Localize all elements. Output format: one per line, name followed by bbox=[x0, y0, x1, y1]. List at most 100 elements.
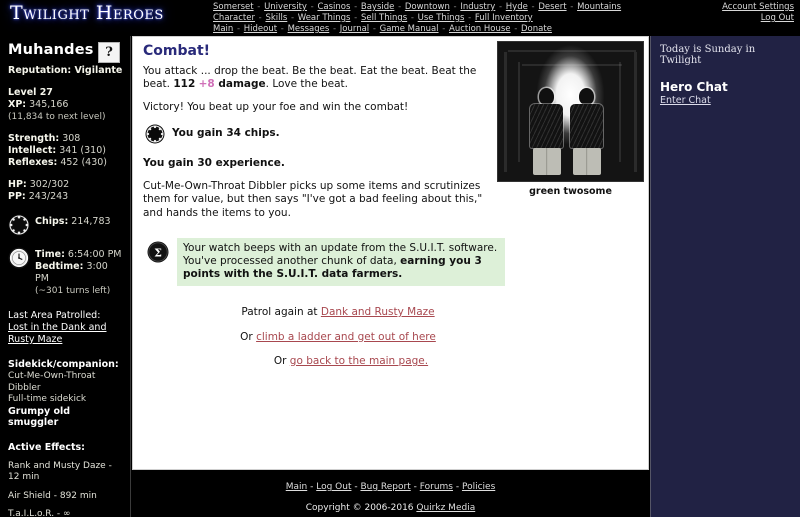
nav-link-industry[interactable]: Industry bbox=[460, 2, 495, 12]
nav-link-university[interactable]: University bbox=[264, 2, 307, 12]
account-settings-link[interactable]: Account Settings bbox=[722, 2, 794, 13]
nav-separator: - bbox=[278, 24, 287, 34]
intellect-row: Intellect: 341 (310) bbox=[8, 145, 123, 157]
footer-link-log-out[interactable]: Log Out bbox=[316, 482, 351, 492]
bedtime-line: Bedtime: 3:00 PM bbox=[35, 261, 123, 285]
ladder-prefix: Or bbox=[240, 330, 257, 343]
nav-link-auction-house[interactable]: Auction House bbox=[449, 24, 511, 34]
nav-link-desert[interactable]: Desert bbox=[538, 2, 566, 12]
enemy-image-panel: green twosome bbox=[497, 41, 644, 199]
last-area-label: Last Area Patrolled: bbox=[8, 310, 101, 321]
pp-row: PP: 243/243 bbox=[8, 191, 123, 203]
nav-separator: - bbox=[370, 24, 379, 34]
nav-link-downtown[interactable]: Downtown bbox=[405, 2, 450, 12]
patrol-prefix: Patrol again at bbox=[241, 306, 321, 318]
attack-text-2: . Love the beat. bbox=[265, 78, 349, 90]
chips-row: Chips: 214,783 bbox=[8, 213, 123, 236]
nav-link-skills[interactable]: Skills bbox=[265, 13, 287, 23]
time-value: 6:54:00 PM bbox=[67, 249, 122, 260]
nav-link-main[interactable]: Main bbox=[213, 24, 233, 34]
action-links: Patrol again at Dank and Rusty Maze Or c… bbox=[143, 306, 533, 369]
strength-label: Strength: bbox=[8, 133, 60, 144]
sidekick-title: Sidekick/companion: bbox=[8, 359, 119, 370]
nav-link-wear-things[interactable]: Wear Things bbox=[298, 13, 351, 23]
footer-separator: - bbox=[452, 482, 462, 492]
today-text: Today is Sunday in Twilight bbox=[660, 44, 756, 66]
reputation-label: Reputation: Vigilante bbox=[8, 65, 123, 76]
nav-link-donate[interactable]: Donate bbox=[521, 24, 552, 34]
pp-label: PP: bbox=[8, 191, 26, 202]
nav-link-game-manual[interactable]: Game Manual bbox=[380, 24, 439, 34]
time-text: Time: 6:54:00 PM Bedtime: 3:00 PM (~301 … bbox=[35, 246, 123, 297]
xp-to-next: (11,834 to next level) bbox=[8, 112, 106, 122]
attack-bonus: +8 bbox=[198, 78, 215, 90]
quirkz-media-link[interactable]: Quirkz Media bbox=[416, 503, 475, 513]
nav-link-hyde[interactable]: Hyde bbox=[506, 2, 528, 12]
footer-links: Main - Log Out - Bug Report - Forums - P… bbox=[132, 480, 649, 494]
nav-link-full-inventory[interactable]: Full Inventory bbox=[475, 13, 533, 23]
active-effect-item: Rank and Musty Daze - 12 min bbox=[8, 460, 112, 483]
nav-link-hideout[interactable]: Hideout bbox=[244, 24, 277, 34]
victory-text: Victory! You beat up your foe and win th… bbox=[143, 100, 409, 113]
xp-row: XP: 345,166 bbox=[8, 99, 123, 111]
nav-row-site: Main - Hideout - Messages - Journal - Ga… bbox=[213, 24, 683, 35]
patrol-again-line: Patrol again at Dank and Rusty Maze bbox=[143, 306, 533, 320]
nav-separator: - bbox=[351, 13, 360, 23]
turns-left: (~301 turns left) bbox=[35, 286, 111, 296]
footer-separator: - bbox=[307, 482, 317, 492]
hp-value: 302/302 bbox=[29, 179, 70, 190]
figure-right bbox=[570, 88, 603, 175]
vitals-block: HP: 302/302 PP: 243/243 bbox=[8, 179, 123, 203]
active-effect-item: Air Shield - 892 min bbox=[8, 490, 97, 501]
main-page-link[interactable]: go back to the main page. bbox=[290, 355, 428, 367]
nav-separator: - bbox=[496, 2, 505, 12]
active-effects-list: Rank and Musty Daze - 12 min Air Shield -… bbox=[8, 461, 123, 517]
time-line: Time: 6:54:00 PM bbox=[35, 249, 123, 261]
footer-link-policies[interactable]: Policies bbox=[462, 482, 495, 492]
enemy-image bbox=[497, 41, 644, 182]
nav-separator: - bbox=[567, 2, 577, 12]
mainpage-prefix: Or bbox=[273, 355, 290, 367]
footer-link-bug-report[interactable]: Bug Report bbox=[360, 482, 410, 492]
nav-separator: - bbox=[395, 2, 404, 12]
attack-text: You attack ... drop the beat. Be the bea… bbox=[143, 65, 498, 92]
help-icon[interactable]: ? bbox=[98, 42, 120, 63]
nav-separator: - bbox=[408, 13, 417, 23]
footer-link-main[interactable]: Main bbox=[286, 482, 308, 492]
log-out-link[interactable]: Log Out bbox=[722, 13, 794, 24]
patrol-again-link[interactable]: Dank and Rusty Maze bbox=[321, 306, 435, 318]
nav-link-use-things[interactable]: Use Things bbox=[418, 13, 465, 23]
nav-link-messages[interactable]: Messages bbox=[288, 24, 330, 34]
nav-link-bayside[interactable]: Bayside bbox=[361, 2, 395, 12]
reflexes-label: Reflexes: bbox=[8, 157, 58, 168]
primary-navigation: Somerset - University - Casinos - Baysid… bbox=[213, 2, 683, 35]
sidekick-desc: Grumpy old smuggler bbox=[8, 405, 71, 429]
enter-chat-link[interactable]: Enter Chat bbox=[660, 95, 711, 106]
sidekick-type: Full-time sidekick bbox=[8, 394, 87, 404]
nav-link-character[interactable]: Character bbox=[213, 13, 255, 23]
chip-icon bbox=[145, 124, 165, 144]
nav-separator: - bbox=[254, 2, 264, 12]
nav-link-casinos[interactable]: Casinos bbox=[317, 2, 350, 12]
svg-text:Σ: Σ bbox=[154, 246, 162, 259]
attack-damage: 112 bbox=[173, 78, 196, 90]
climb-ladder-link[interactable]: climb a ladder and get out of here bbox=[256, 331, 436, 343]
active-effect-item: T.a.I.L.o.R. - ∞ bbox=[8, 509, 71, 517]
level-value: Level 27 bbox=[8, 87, 53, 98]
account-links: Account Settings Log Out bbox=[722, 2, 794, 24]
xp-value: 345,166 bbox=[29, 99, 69, 110]
main-content: Combat! You attack ... drop the beat. Be… bbox=[132, 36, 649, 470]
right-sidebar: Today is Sunday in Twilight Hero Chat En… bbox=[650, 36, 800, 517]
pp-value: 243/243 bbox=[28, 191, 69, 202]
active-effects-title: Active Effects: bbox=[8, 441, 85, 453]
nav-link-journal[interactable]: Journal bbox=[340, 24, 369, 34]
chips-gain-text: You gain 34 chips. bbox=[172, 127, 280, 140]
nav-link-somerset[interactable]: Somerset bbox=[213, 2, 254, 12]
footer-link-forums[interactable]: Forums bbox=[420, 482, 453, 492]
nav-link-sell-things[interactable]: Sell Things bbox=[361, 13, 407, 23]
last-area-link[interactable]: Lost in the Dank and Rusty Maze bbox=[8, 322, 106, 345]
nav-link-mountains[interactable]: Mountains bbox=[577, 2, 621, 12]
nav-separator: - bbox=[528, 2, 538, 12]
nav-separator: - bbox=[330, 24, 339, 34]
intellect-value: 341 (310) bbox=[59, 145, 106, 156]
